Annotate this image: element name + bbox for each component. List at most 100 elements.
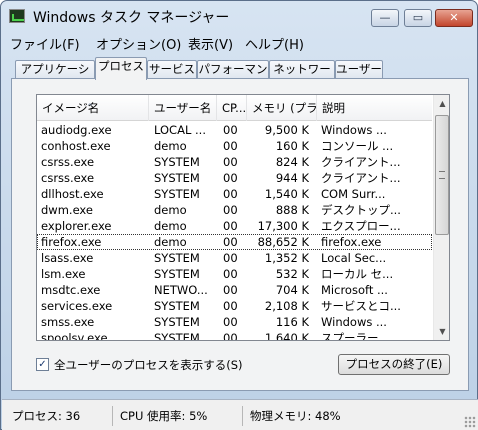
process-description: ローカル セ... — [321, 267, 394, 281]
process-user: SYSTEM — [154, 155, 200, 169]
process-user: demo — [154, 219, 187, 233]
process-cpu: 00 — [223, 155, 238, 169]
process-memory: 17,300 K — [257, 219, 309, 233]
process-name: msdtc.exe — [41, 283, 101, 297]
show-all-users-label[interactable]: 全ユーザーのプロセスを表示する(S) — [54, 357, 243, 373]
column-header-description[interactable]: 説明 — [317, 95, 432, 121]
scrollbar-thumb[interactable] — [435, 115, 449, 235]
process-memory: 9,500 K — [264, 123, 309, 137]
status-cpu-usage: CPU 使用率: 5% — [120, 409, 208, 423]
process-name: csrss.exe — [41, 155, 95, 169]
process-name: audiodg.exe — [41, 123, 112, 137]
scroll-down-arrow-icon[interactable]: ▼ — [434, 323, 449, 340]
process-name: csrss.exe — [41, 171, 95, 185]
process-memory: 88,652 K — [257, 235, 309, 249]
sort-ascending-icon: ^ — [87, 103, 93, 111]
process-description: エクスプロー... — [321, 219, 401, 233]
show-all-users-checkbox[interactable]: ✓ — [36, 358, 49, 371]
minimize-button[interactable]: — — [371, 9, 399, 27]
process-name: dwm.exe — [41, 203, 93, 217]
column-header-user-name[interactable]: ユーザー名 — [149, 95, 217, 121]
process-memory: 1,352 K — [264, 251, 309, 265]
menu-view[interactable]: 表示(V) — [188, 34, 233, 53]
status-divider — [242, 406, 243, 426]
process-user: demo — [154, 139, 187, 153]
close-button[interactable]: ✕ — [435, 9, 473, 27]
process-user: SYSTEM — [154, 315, 200, 329]
process-memory: 704 K — [275, 283, 309, 297]
tab-users[interactable]: ユーザー — [335, 60, 383, 79]
process-cpu: 00 — [223, 251, 238, 265]
process-cpu: 00 — [223, 171, 238, 185]
process-memory: 116 K — [275, 315, 309, 329]
process-row[interactable]: lsass.exe SYSTEM 00 1,352 K Local Sec... — [37, 250, 432, 266]
process-description: Windows ... — [321, 123, 387, 137]
process-row[interactable]: spoolsv.exe SYSTEM 00 1,640 K スプーラー ... — [37, 330, 432, 341]
tab-control: アプリケーション プロセス サービス パフォーマンス ネットワーク ユーザー ^… — [11, 57, 469, 391]
process-description: COM Surr... — [321, 187, 386, 201]
process-row[interactable]: csrss.exe SYSTEM 00 944 K クライアント... — [37, 170, 432, 186]
process-memory: 2,108 K — [264, 299, 309, 313]
task-manager-app-icon — [9, 9, 25, 23]
process-row[interactable]: audiodg.exe LOCAL ... 00 9,500 K Windows ... — [37, 122, 432, 138]
process-list-header: ^ イメージ名 ユーザー名 CP... メモリ (プラ... 説明 — [37, 95, 432, 121]
process-description: クライアント... — [321, 171, 401, 185]
process-name: dllhost.exe — [41, 187, 104, 201]
process-user: demo — [154, 235, 187, 249]
tab-network[interactable]: ネットワーク — [269, 60, 335, 93]
process-name: explorer.exe — [41, 219, 112, 233]
menu-file[interactable]: ファイル(F) — [10, 34, 80, 53]
process-row[interactable]: msdtc.exe NETWO... 00 704 K Microsoft ... — [37, 282, 432, 298]
scroll-up-arrow-icon[interactable]: ▲ — [434, 95, 449, 112]
vertical-scrollbar[interactable]: ▲ ▼ — [433, 95, 449, 340]
process-row[interactable]: smss.exe SYSTEM 00 116 K Windows ... — [37, 314, 432, 330]
process-list[interactable]: ^ イメージ名 ユーザー名 CP... メモリ (プラ... 説明 audiod… — [36, 94, 450, 341]
process-description: クライアント... — [321, 155, 401, 169]
process-memory: 160 K — [275, 139, 309, 153]
process-cpu: 00 — [223, 299, 238, 313]
end-process-button[interactable]: プロセスの終了(E) — [338, 354, 450, 375]
process-description: スプーラー ... — [321, 331, 394, 341]
process-user: SYSTEM — [154, 187, 200, 201]
process-row[interactable]: services.exe SYSTEM 00 2,108 K サービスとコ... — [37, 298, 432, 314]
column-header-memory[interactable]: メモリ (プラ... — [247, 95, 317, 121]
tab-services[interactable]: サービス — [147, 60, 197, 79]
tab-processes[interactable]: プロセス — [95, 57, 147, 80]
menu-options[interactable]: オプション(O) — [96, 34, 181, 53]
process-user: SYSTEM — [154, 267, 200, 281]
process-row[interactable]: firefox.exe demo 00 88,652 K firefox.exe — [37, 234, 432, 250]
process-row[interactable]: csrss.exe SYSTEM 00 824 K クライアント... — [37, 154, 432, 170]
process-description: firefox.exe — [321, 235, 382, 249]
tab-performance[interactable]: パフォーマンス — [197, 60, 269, 93]
process-cpu: 00 — [223, 331, 238, 341]
title-bar[interactable]: Windows タスク マネージャー — ▭ ✕ — [1, 1, 477, 31]
column-header-cpu[interactable]: CP... — [217, 95, 247, 121]
process-row[interactable]: dwm.exe demo 00 888 K デスクトップ... — [37, 202, 432, 218]
process-user: SYSTEM — [154, 299, 200, 313]
process-user: demo — [154, 203, 187, 217]
resize-grip-icon[interactable] — [464, 416, 476, 428]
status-bar: プロセス: 36 CPU 使用率: 5% 物理メモリ: 48% — [2, 399, 478, 430]
process-row[interactable]: lsm.exe SYSTEM 00 532 K ローカル セ... — [37, 266, 432, 282]
process-row[interactable]: dllhost.exe SYSTEM 00 1,540 K COM Surr... — [37, 186, 432, 202]
process-user: SYSTEM — [154, 251, 200, 265]
process-description: Local Sec... — [321, 251, 387, 265]
column-header-image-name[interactable]: ^ イメージ名 — [37, 95, 149, 121]
tab-applications[interactable]: アプリケーション — [15, 60, 95, 93]
process-description: Windows ... — [321, 315, 387, 329]
process-user: SYSTEM — [154, 331, 200, 341]
process-row[interactable]: explorer.exe demo 00 17,300 K エクスプロー... — [37, 218, 432, 234]
process-user: SYSTEM — [154, 171, 200, 185]
process-memory: 1,640 K — [264, 331, 309, 341]
process-name: spoolsv.exe — [41, 331, 108, 341]
menu-help[interactable]: ヘルプ(H) — [245, 34, 304, 53]
task-manager-window: Windows タスク マネージャー — ▭ ✕ ファイル(F) オプション(O… — [0, 0, 478, 430]
maximize-button[interactable]: ▭ — [404, 9, 432, 27]
process-cpu: 00 — [223, 219, 238, 233]
process-memory: 824 K — [275, 155, 309, 169]
process-row[interactable]: conhost.exe demo 00 160 K コンソール ... — [37, 138, 432, 154]
process-name: lsass.exe — [41, 251, 94, 265]
process-cpu: 00 — [223, 123, 238, 137]
process-name: services.exe — [41, 299, 113, 313]
process-rows: audiodg.exe LOCAL ... 00 9,500 K Windows ...… — [37, 122, 432, 341]
